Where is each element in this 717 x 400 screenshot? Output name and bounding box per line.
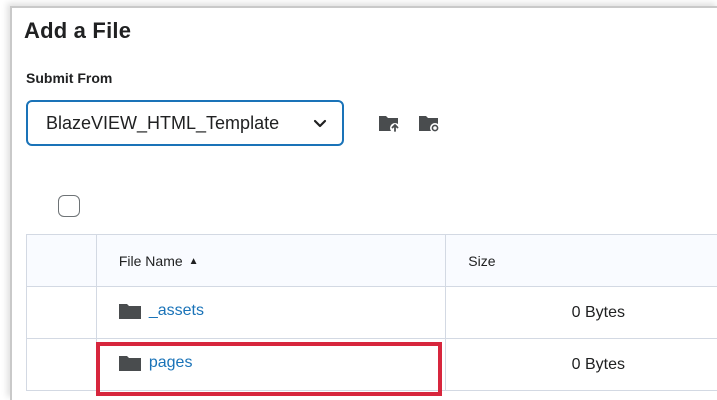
file-table: File Name ▲ Size _assets 0 Bytes pages — [26, 234, 717, 391]
table-header-row: File Name ▲ Size — [27, 235, 717, 287]
file-name-header[interactable]: File Name ▲ — [96, 235, 445, 287]
add-file-dialog: Add a File Submit From BlazeVIEW_HTML_Te… — [10, 6, 717, 400]
size-header-label: Size — [468, 253, 495, 269]
size-cell: 0 Bytes — [446, 287, 717, 339]
file-name-cell: pages — [96, 339, 445, 391]
upload-folder-icon[interactable] — [378, 113, 402, 133]
submit-from-select[interactable]: BlazeVIEW_HTML_Template — [26, 100, 344, 146]
row-select-cell — [27, 339, 97, 391]
folder-name: pages — [149, 354, 193, 372]
size-header[interactable]: Size — [446, 235, 717, 287]
folder-link-assets[interactable]: _assets — [119, 302, 204, 320]
file-name-cell: _assets — [96, 287, 445, 339]
sort-ascending-icon: ▲ — [189, 256, 199, 267]
chevron-down-icon — [312, 115, 328, 131]
header-select-cell — [27, 235, 97, 287]
folder-icon — [119, 303, 141, 319]
table-row: _assets 0 Bytes — [27, 287, 717, 339]
submit-from-label: Submit From — [26, 70, 112, 86]
file-name-header-label: File Name — [119, 253, 183, 269]
row-select-cell — [27, 287, 97, 339]
folder-name: _assets — [149, 302, 204, 320]
submit-from-value: BlazeVIEW_HTML_Template — [46, 113, 279, 134]
size-cell: 0 Bytes — [446, 339, 717, 391]
select-all-checkbox[interactable] — [58, 195, 80, 217]
folder-settings-icon[interactable] — [418, 113, 442, 133]
folder-icon — [119, 355, 141, 371]
dialog-title: Add a File — [24, 18, 131, 44]
folder-link-pages[interactable]: pages — [119, 354, 193, 372]
table-row: pages 0 Bytes — [27, 339, 717, 391]
